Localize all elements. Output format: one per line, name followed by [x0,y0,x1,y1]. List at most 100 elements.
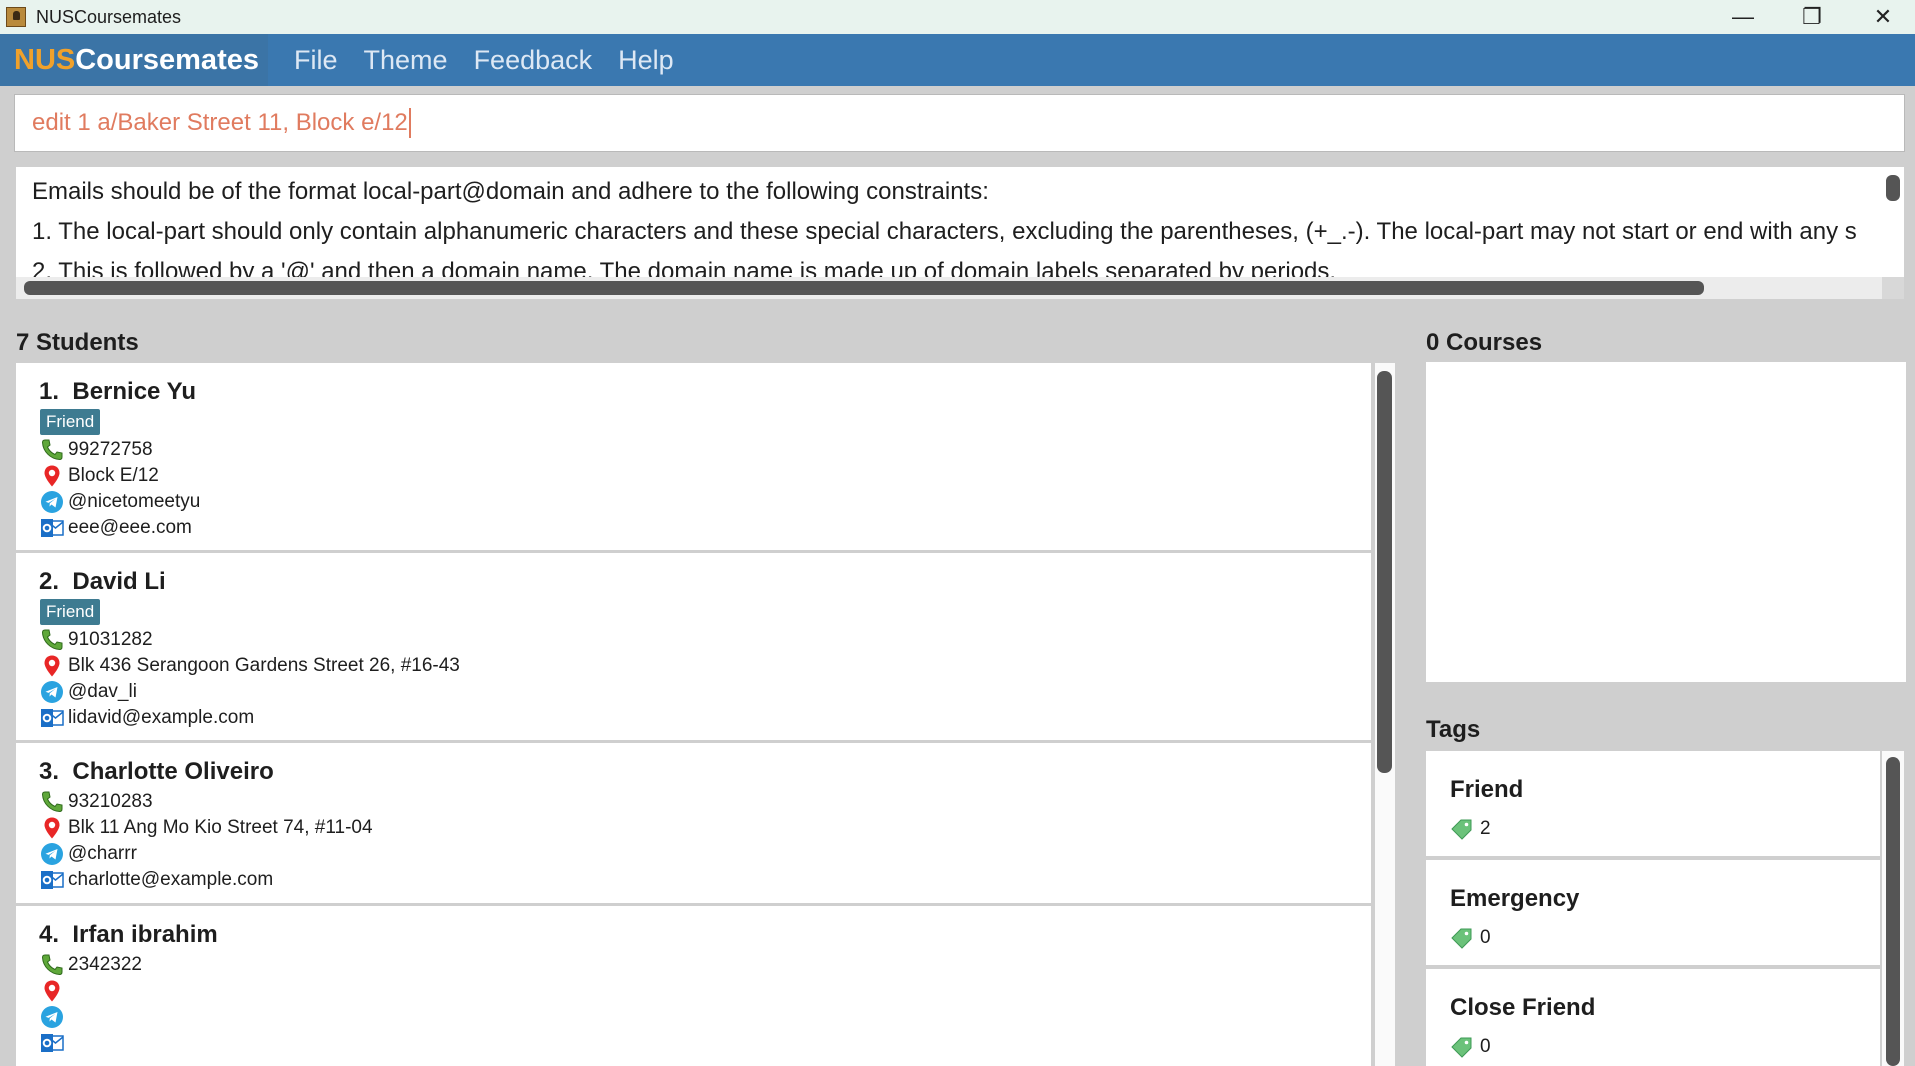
tag-card-emergency[interactable]: Emergency 0 [1426,860,1880,965]
student-list: 1. Bernice Yu Friend 99272758 Block E/12… [16,363,1371,1066]
phone-icon [41,791,63,813]
telegram-icon [41,491,63,513]
tag-list: Friend 2 Emergency 0 Close Friend 0 [1426,751,1880,1066]
phone-number: 91031282 [68,629,153,650]
telegram-row: @dav_li [40,679,137,705]
email-row: lidavid@example.com [40,705,254,731]
tag-count-row: 0 [1450,926,1491,950]
telegram-row: @nicetomeetyu [40,489,200,515]
student-card[interactable]: 1. Bernice Yu Friend 99272758 Block E/12… [16,363,1371,553]
email-row: eee@eee.com [40,515,192,541]
student-card[interactable]: 3. Charlotte Oliveiro 93210283 Blk 11 An… [16,743,1371,906]
location-pin-icon [44,655,60,677]
menu-file[interactable]: File [294,45,338,76]
result-line: 1. The local-part should only contain al… [32,218,1857,245]
close-button[interactable]: ✕ [1848,0,1915,34]
telegram-icon [41,681,63,703]
location-pin-icon [44,465,60,487]
email-address: lidavid@example.com [68,707,255,728]
address-row: Block E/12 [40,463,159,489]
logo-nus: NUS [14,43,76,76]
student-name: 4. Irfan ibrahim [39,921,218,949]
student-list-scrollbar[interactable] [1377,371,1392,773]
course-list [1426,362,1906,682]
telegram-handle: @charrr [68,843,137,864]
tag-name: Emergency [1450,885,1580,912]
student-name-text: Irfan ibrahim [72,921,218,948]
result-horizontal-scrollbar[interactable] [24,281,1704,295]
result-line: Emails should be of the format local-par… [32,178,989,205]
student-name-text: David Li [72,568,166,595]
phone-number: 93210283 [68,791,153,812]
address-row: Blk 436 Serangoon Gardens Street 26, #16… [40,653,460,679]
telegram-icon [41,1006,63,1028]
tag-name: Close Friend [1450,994,1596,1021]
minimize-button[interactable]: — [1708,0,1778,34]
tag-badge: Friend [40,409,101,435]
phone-number: 2342322 [68,954,142,975]
tag-count-row: 0 [1450,1035,1491,1059]
menu-feedback[interactable]: Feedback [474,45,593,76]
menu-bar: NUS Coursemates File Theme Feedback Help [0,34,1915,86]
student-index: 2. [39,568,60,595]
window-title: NUSCoursemates [36,6,182,27]
tag-count: 0 [1480,927,1491,948]
phone-icon [41,439,63,461]
tag-count: 2 [1480,818,1491,839]
address-text: Block E/12 [68,465,159,486]
student-card[interactable]: 4. Irfan ibrahim 2342322 [16,906,1371,1066]
tags-header: Tags [1426,716,1481,743]
student-card[interactable]: 2. David Li Friend 91031282 Blk 436 Sera… [16,553,1371,743]
location-pin-icon [44,980,60,1002]
menu-theme[interactable]: Theme [364,45,448,76]
outlook-mail-icon [41,519,64,537]
email-address: eee@eee.com [68,517,192,538]
command-input-text: edit 1 a/Baker Street 11, Block e/12 [32,109,408,136]
phone-row: 93210283 [40,789,153,815]
telegram-row: @charrr [40,841,137,867]
telegram-icon [41,843,63,865]
tag-icon [1451,1037,1472,1058]
student-name: 2. David Li [39,568,166,596]
tag-badge: Friend [40,599,101,625]
tag-count-row: 2 [1450,817,1491,841]
student-index: 1. [39,378,60,405]
student-index: 4. [39,921,60,948]
phone-icon [41,954,63,976]
students-header: 7 Students [16,329,139,356]
phone-row: 99272758 [40,437,153,463]
courses-header: 0 Courses [1426,329,1543,356]
address-text: Blk 436 Serangoon Gardens Street 26, #16… [68,655,460,676]
tag-list-scrollbar[interactable] [1886,757,1900,1066]
outlook-mail-icon [41,871,64,889]
outlook-mail-icon [41,1034,64,1052]
logo-coursemates: Coursemates [75,43,259,76]
address-row: Blk 11 Ang Mo Kio Street 74, #11-04 [40,815,373,841]
tag-card-close-friend[interactable]: Close Friend 0 [1426,969,1880,1066]
tag-count: 0 [1480,1036,1491,1057]
tag-name: Friend [1450,776,1524,803]
app-logo: NUS Coursemates [0,34,268,86]
menu-help[interactable]: Help [618,45,674,76]
email-address: charlotte@example.com [68,869,274,890]
outlook-mail-icon [41,709,64,727]
email-row [40,1030,68,1056]
address-row [40,978,68,1004]
student-name: 1. Bernice Yu [39,378,196,406]
phone-row: 2342322 [40,952,142,978]
window-titlebar: NUSCoursemates — ❐ ✕ [0,0,1915,34]
tag-card-friend[interactable]: Friend 2 [1426,751,1880,856]
student-name-text: Bernice Yu [72,378,196,405]
phone-number: 99272758 [68,439,153,460]
text-caret [408,108,411,138]
result-display[interactable]: Emails should be of the format local-par… [16,167,1904,299]
result-vertical-scrollbar[interactable] [1886,175,1900,201]
student-name: 3. Charlotte Oliveiro [39,758,274,786]
telegram-handle: @dav_li [68,681,137,702]
maximize-button[interactable]: ❐ [1777,0,1847,34]
phone-row: 91031282 [40,627,153,653]
tag-icon [1451,819,1472,840]
address-text: Blk 11 Ang Mo Kio Street 74, #11-04 [68,817,373,838]
command-input[interactable]: edit 1 a/Baker Street 11, Block e/12 [14,94,1905,152]
app-icon [6,7,26,27]
